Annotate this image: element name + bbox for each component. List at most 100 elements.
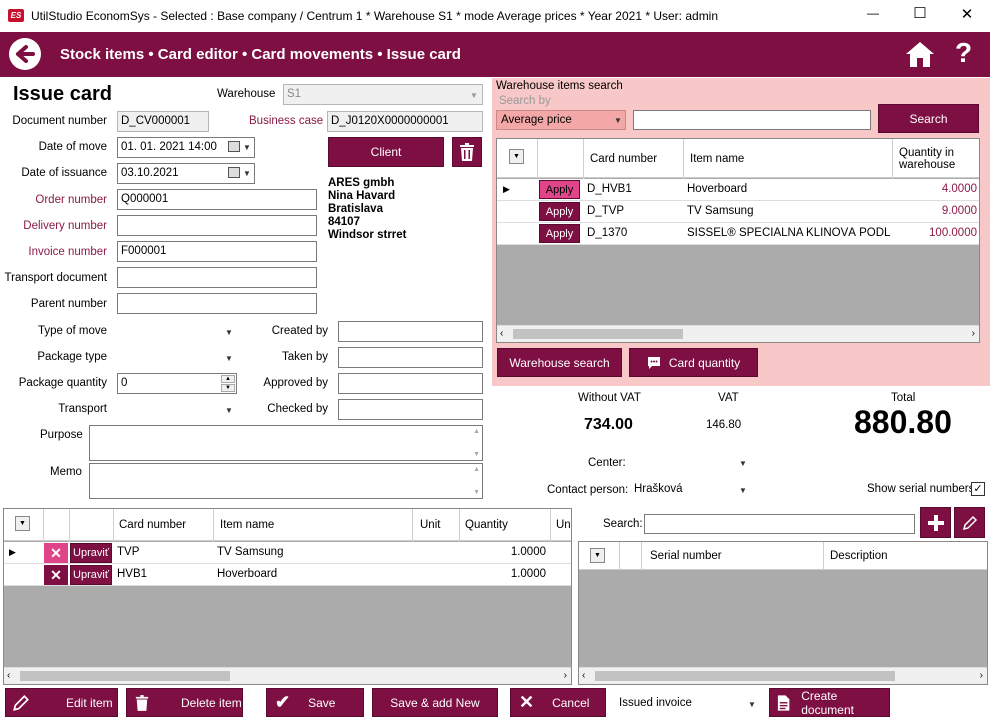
order-number-field[interactable]: Q000001 xyxy=(117,189,317,210)
column-header-unit[interactable]: Unit xyxy=(420,519,440,531)
column-chooser-icon[interactable]: ▼ xyxy=(590,548,605,563)
delivery-number-field[interactable] xyxy=(117,215,317,236)
scroll-left-icon[interactable]: ‹ xyxy=(500,328,503,339)
delete-client-button[interactable] xyxy=(452,137,482,167)
client-button[interactable]: Client xyxy=(328,137,444,167)
delete-item-button[interactable]: Delete item xyxy=(126,688,243,717)
stepper-down-icon[interactable]: ▼ xyxy=(221,384,235,392)
cancel-button[interactable]: ✕ Cancel xyxy=(510,688,606,717)
table-row[interactable]: ▶ ✕ Upraviť TVP TV Samsung 1.0000 xyxy=(4,542,571,564)
card-number-cell: D_TVP xyxy=(587,205,625,217)
trash-icon xyxy=(460,143,474,161)
parent-number-field[interactable] xyxy=(117,293,317,314)
memo-textarea[interactable]: ▲ ▼ xyxy=(89,463,483,499)
save-add-new-button[interactable]: Save & add New xyxy=(372,688,498,717)
save-button[interactable]: ✔ Save xyxy=(266,688,364,717)
scroll-right-icon[interactable]: › xyxy=(564,670,567,681)
transport-document-field[interactable] xyxy=(117,267,317,288)
minimize-button[interactable]: — xyxy=(858,6,888,26)
back-button[interactable] xyxy=(9,38,41,70)
column-header-item-name[interactable]: Item name xyxy=(690,153,744,165)
contact-person-select[interactable]: Hrašková xyxy=(630,480,751,500)
type-of-move-select[interactable] xyxy=(117,321,237,341)
close-window-button[interactable]: ✕ xyxy=(952,5,982,27)
invoice-number-field[interactable]: F000001 xyxy=(117,241,317,262)
table-row[interactable]: Apply D_TVP TV Samsung 9.0000 xyxy=(497,201,979,223)
column-header-item-name[interactable]: Item name xyxy=(220,519,274,531)
table-row[interactable]: ▶ Apply D_HVB1 Hoverboard 4.0000 xyxy=(497,179,979,201)
maximize-button[interactable]: ☐ xyxy=(905,4,935,26)
column-chooser-icon[interactable]: ▼ xyxy=(509,149,524,164)
calendar-icon[interactable] xyxy=(228,141,240,152)
business-case-field[interactable]: D_J0120X0000000001 xyxy=(327,111,483,132)
apply-button[interactable]: Apply xyxy=(539,202,580,221)
chevron-down-icon: ▼ xyxy=(243,168,251,178)
scroll-up-icon[interactable]: ▲ xyxy=(473,428,480,435)
remove-row-button[interactable]: ✕ xyxy=(44,565,68,585)
scroll-thumb[interactable] xyxy=(595,671,895,681)
memo-label: Memo xyxy=(50,466,82,478)
apply-button[interactable]: Apply xyxy=(539,180,580,199)
calendar-icon[interactable] xyxy=(228,167,240,178)
edit-row-button[interactable]: Upraviť xyxy=(70,543,112,563)
warehouse-search-input[interactable] xyxy=(633,110,871,130)
business-case-label[interactable]: Business case xyxy=(249,115,323,127)
remove-row-button[interactable]: ✕ xyxy=(44,543,68,563)
scroll-down-icon[interactable]: ▼ xyxy=(473,451,480,458)
horizontal-scrollbar[interactable]: ‹ › xyxy=(497,325,979,342)
package-type-select[interactable] xyxy=(117,347,237,367)
column-chooser-icon[interactable]: ▼ xyxy=(15,516,30,531)
table-row[interactable]: ✕ Upraviť HVB1 Hoverboard 1.0000 xyxy=(4,564,571,586)
table-row[interactable]: Apply D_1370 SISSEL® ŠPECIÁLNA KLINOVÁ P… xyxy=(497,223,979,245)
chevron-down-icon: ▼ xyxy=(225,327,233,337)
package-quantity-stepper[interactable]: 0 xyxy=(117,373,237,394)
address-line: Nina Havard xyxy=(328,190,396,202)
column-header-quantity[interactable]: Quantity xyxy=(465,519,508,531)
column-header-serial-number[interactable]: Serial number xyxy=(650,550,722,562)
document-number-label: Document number xyxy=(12,115,107,127)
edit-row-button[interactable]: Upraviť xyxy=(70,565,112,585)
home-button[interactable] xyxy=(904,39,936,69)
delivery-number-label[interactable]: Delivery number xyxy=(0,220,107,232)
document-number-field[interactable]: D_CV000001 xyxy=(117,111,209,132)
column-header-quantity[interactable]: Quantity in warehouse xyxy=(899,147,969,171)
column-header-description[interactable]: Description xyxy=(830,550,888,562)
add-serial-button[interactable] xyxy=(920,507,951,538)
search-by-select[interactable]: Average price xyxy=(496,110,626,130)
edit-item-button[interactable]: Edit item xyxy=(5,688,118,717)
scroll-up-icon[interactable]: ▲ xyxy=(473,466,480,473)
serial-search-input[interactable] xyxy=(644,514,915,534)
center-select[interactable] xyxy=(630,453,751,473)
horizontal-scrollbar[interactable]: ‹ › xyxy=(579,667,987,684)
warehouse-search-button[interactable]: Warehouse search xyxy=(497,348,622,377)
apply-button[interactable]: Apply xyxy=(539,224,580,243)
scroll-left-icon[interactable]: ‹ xyxy=(582,670,585,681)
invoice-number-label[interactable]: Invoice number xyxy=(0,246,107,258)
column-header-card-number[interactable]: Card number xyxy=(590,153,657,165)
search-button[interactable]: Search xyxy=(878,104,979,133)
edit-serial-button[interactable] xyxy=(954,507,985,538)
scroll-thumb[interactable] xyxy=(20,671,230,681)
stepper-up-icon[interactable]: ▲ xyxy=(221,375,235,383)
created-by-field[interactable] xyxy=(338,321,483,342)
scroll-down-icon[interactable]: ▼ xyxy=(473,489,480,496)
column-header-unit-price[interactable]: Un xyxy=(556,519,571,531)
transport-select[interactable] xyxy=(117,399,237,419)
warehouse-select[interactable]: S1 xyxy=(283,84,483,105)
horizontal-scrollbar[interactable]: ‹ › xyxy=(4,667,571,684)
column-header-card-number[interactable]: Card number xyxy=(119,519,186,531)
taken-by-field[interactable] xyxy=(338,347,483,368)
document-type-select[interactable]: Issued invoice xyxy=(615,694,760,714)
scroll-left-icon[interactable]: ‹ xyxy=(7,670,10,681)
checked-by-field[interactable] xyxy=(338,399,483,420)
scroll-right-icon[interactable]: › xyxy=(972,328,975,339)
help-button[interactable]: ? xyxy=(955,37,972,69)
create-document-button[interactable]: Create document xyxy=(769,688,890,717)
show-serial-checkbox[interactable]: ✓ xyxy=(971,482,985,496)
order-number-label[interactable]: Order number xyxy=(0,194,107,206)
card-quantity-button[interactable]: Card quantity xyxy=(629,348,758,377)
scroll-thumb[interactable] xyxy=(513,329,683,339)
purpose-textarea[interactable]: ▲ ▼ xyxy=(89,425,483,461)
approved-by-field[interactable] xyxy=(338,373,483,394)
scroll-right-icon[interactable]: › xyxy=(980,670,983,681)
